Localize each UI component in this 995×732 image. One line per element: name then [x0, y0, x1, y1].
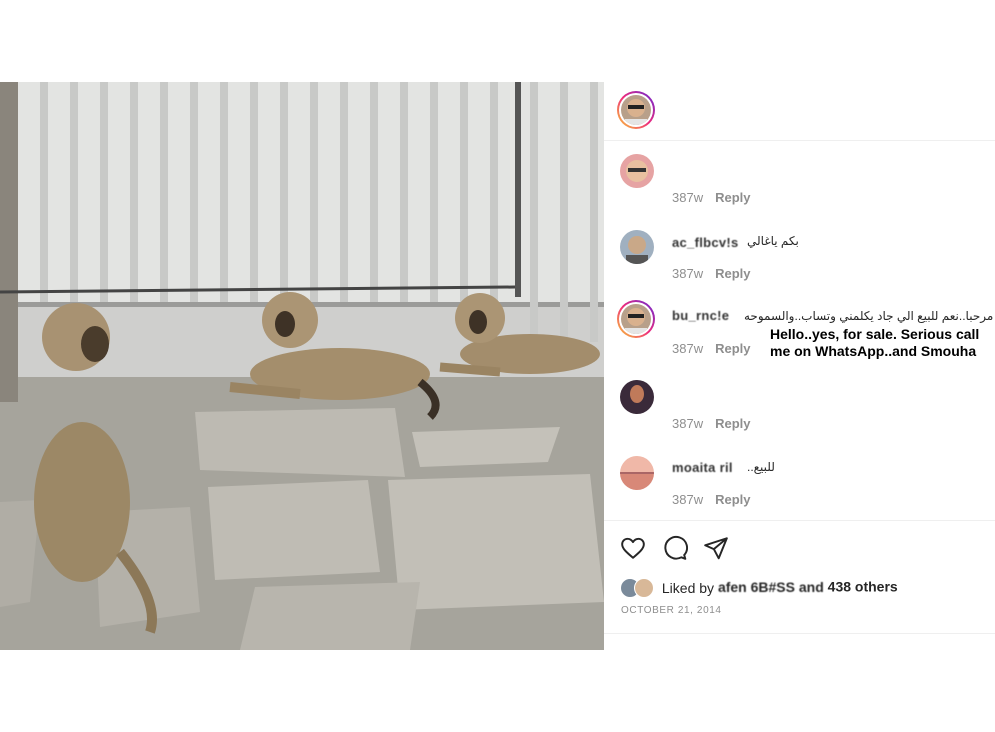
- likes-summary: Liked by afen 6B#SS and 438 others: [620, 578, 898, 598]
- post-sidebar: 387w Reply ac_flbcv!s بكم ياغالي 387w Repl…: [604, 82, 995, 650]
- author-avatar[interactable]: [617, 91, 655, 129]
- comment-icon[interactable]: [662, 535, 688, 561]
- cheetah-cubs-image: [0, 82, 604, 650]
- comment-time[interactable]: 387w: [672, 341, 703, 356]
- post-header: [604, 82, 995, 141]
- comment-meta: 387w Reply: [672, 266, 750, 281]
- commenter-avatar[interactable]: [620, 230, 654, 264]
- reply-button[interactable]: Reply: [715, 341, 750, 356]
- post-date[interactable]: OCTOBER 21, 2014: [621, 605, 722, 616]
- liker-avatar[interactable]: [634, 578, 654, 598]
- comment-time[interactable]: 387w: [672, 416, 703, 431]
- commenter-avatar[interactable]: [620, 456, 654, 490]
- comment-text: مرحبا..نعم للبيع الي جاد يكلمني وتساب..و…: [744, 309, 994, 323]
- likes-count-link[interactable]: 438 others: [828, 579, 898, 595]
- post-actions: Liked by afen 6B#SS and 438 others OCTOB…: [604, 520, 995, 651]
- comment-text: للبيع..: [747, 460, 775, 474]
- comment-meta: 387w Reply: [672, 416, 750, 431]
- comment-username[interactable]: moaita ril: [672, 460, 733, 475]
- avatar-image: [621, 304, 651, 334]
- comment-text: بكم ياغالي: [747, 234, 799, 248]
- comment-meta: 387w Reply: [672, 190, 750, 205]
- avatar-image: [620, 380, 654, 414]
- commenter-avatar[interactable]: [617, 300, 655, 338]
- avatar-image: [620, 154, 654, 188]
- comment-item: 387w Reply: [604, 152, 995, 228]
- reply-button[interactable]: Reply: [715, 266, 750, 281]
- reply-button[interactable]: Reply: [715, 190, 750, 205]
- comment-meta: 387w Reply: [672, 492, 750, 507]
- likes-conjunction: and: [798, 578, 824, 595]
- commenter-avatar[interactable]: [620, 154, 654, 188]
- translation-annotation: Hello..yes, for sale. Serious call me on…: [770, 326, 980, 359]
- comment-item: ac_flbcv!s بكم ياغالي 387w Reply: [604, 228, 995, 304]
- avatar-image: [620, 230, 654, 264]
- divider: [604, 633, 995, 634]
- post-photo[interactable]: [0, 82, 604, 650]
- comment-time[interactable]: 387w: [672, 190, 703, 205]
- comment-item: 387w Reply: [604, 380, 995, 456]
- comment-time[interactable]: 387w: [672, 266, 703, 281]
- comment-time[interactable]: 387w: [672, 492, 703, 507]
- comment-username[interactable]: bu_rnc!e: [672, 308, 729, 323]
- avatar-image: [620, 456, 654, 490]
- commenter-avatar[interactable]: [620, 380, 654, 414]
- share-icon[interactable]: [703, 535, 729, 561]
- reply-button[interactable]: Reply: [715, 492, 750, 507]
- comment-username[interactable]: ac_flbcv!s: [672, 235, 739, 250]
- heart-icon[interactable]: [620, 535, 646, 561]
- comment-meta: 387w Reply: [672, 341, 750, 356]
- liked-by-label: Liked by: [661, 580, 715, 596]
- liker-name[interactable]: afen 6B#SS: [718, 579, 795, 595]
- avatar-image: [621, 95, 651, 125]
- reply-button[interactable]: Reply: [715, 416, 750, 431]
